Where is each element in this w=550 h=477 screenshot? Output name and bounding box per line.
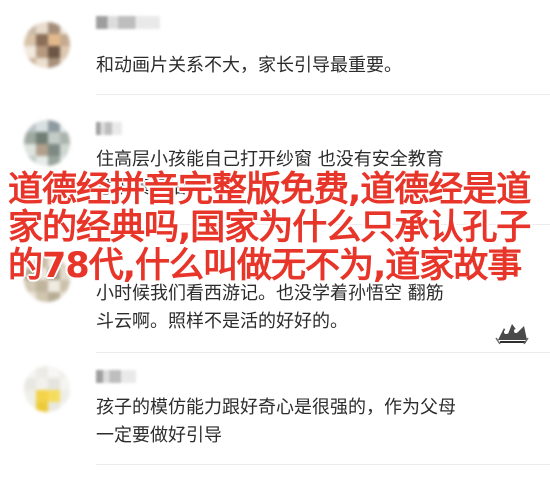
divider (96, 464, 550, 465)
comment-line: 斗云啊。照样不是活的好好的。 (96, 311, 348, 332)
username[interactable] (96, 16, 160, 29)
divider (96, 94, 550, 95)
avatar[interactable] (24, 366, 70, 412)
comment-text: 孩子的模仿能力跟好奇心是很强的，作为父母 一定要做好引导 (96, 394, 456, 450)
username[interactable] (96, 122, 122, 135)
username[interactable] (96, 370, 136, 383)
comment-text: 小时候我们看西游记。也没学着孙悟空 翻筋 斗云啊。照样不是活的好好的。 (96, 280, 444, 336)
comment-line: 孩子的模仿能力跟好奇心是很强的，作为父母 (96, 397, 456, 418)
avatar[interactable] (24, 22, 70, 68)
divider (96, 352, 550, 353)
comment-line: 一定要做好引导 (96, 425, 222, 446)
overlay-headline: 道德经拼音完整版免费,道德经是道家的经典吗,国家为什么只承认孔子的78代,什么叫… (8, 170, 531, 286)
comment-text: 和动画片关系不大，家长引导最重要。 (96, 52, 402, 80)
comment-line: 和动画片关系不大，家长引导最重要。 (96, 55, 402, 76)
cartoon-sticker-icon (494, 318, 530, 346)
avatar[interactable] (24, 120, 70, 166)
